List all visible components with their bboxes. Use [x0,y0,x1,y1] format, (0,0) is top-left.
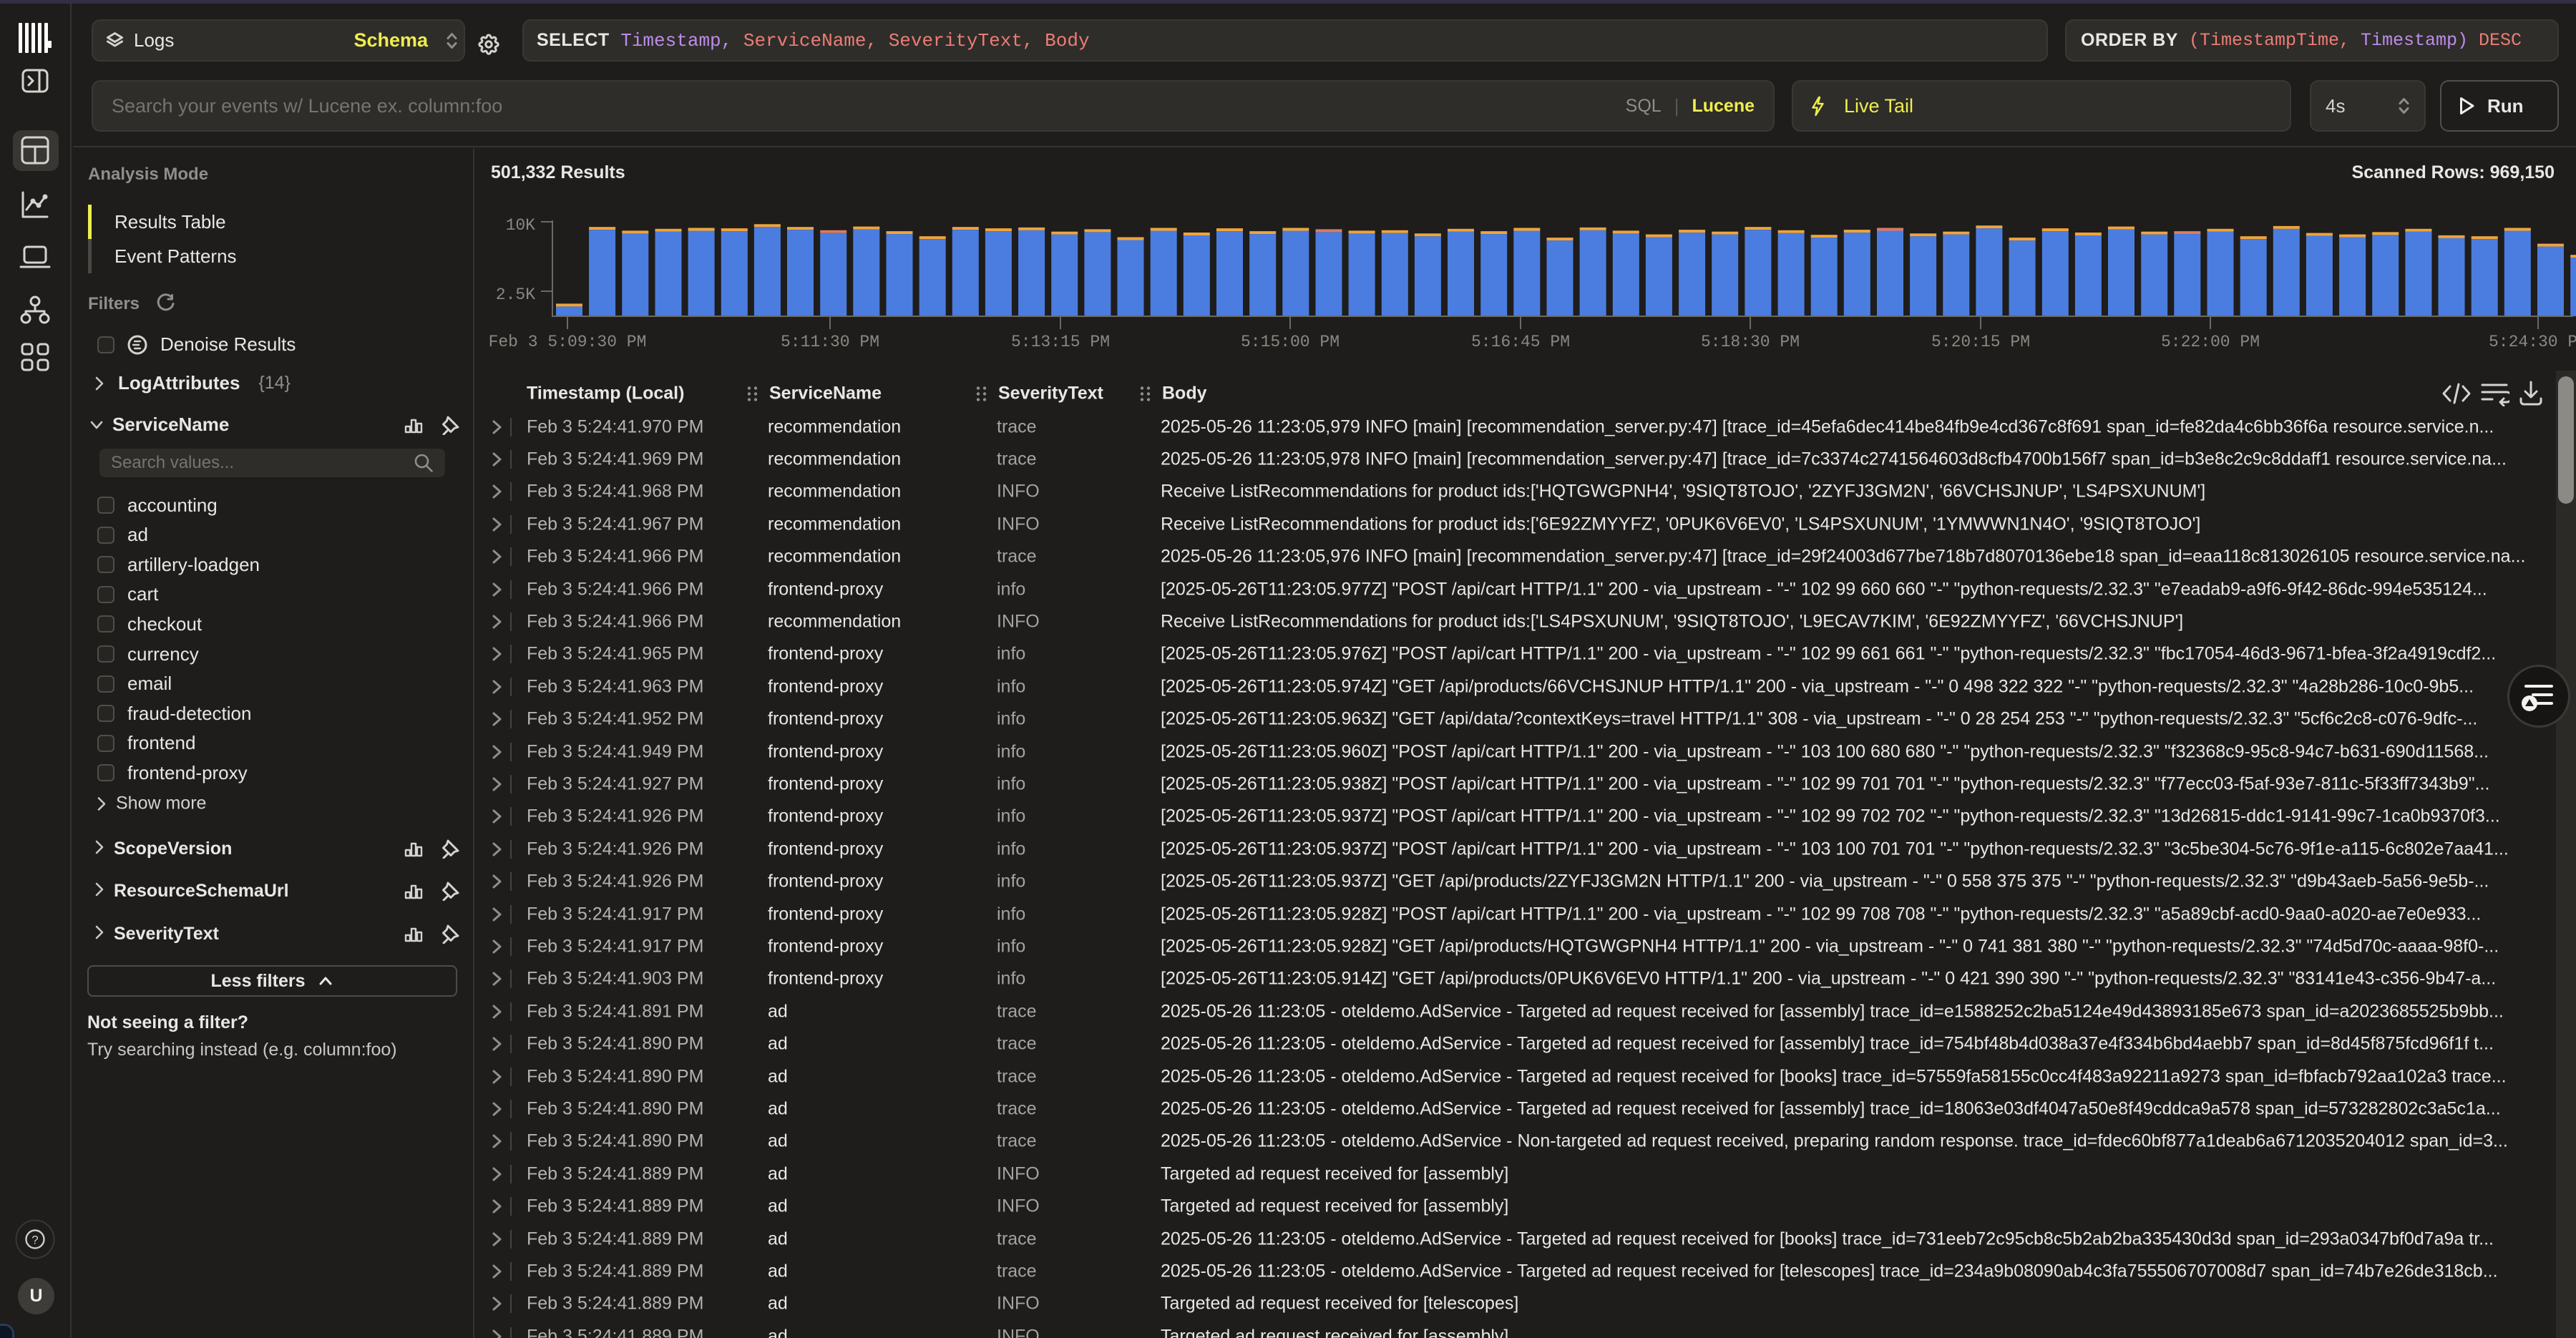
svg-text:5:11:30 PM: 5:11:30 PM [781,333,879,351]
svg-text:Feb 3 5:09:30 PM: Feb 3 5:09:30 PM [489,333,647,351]
svg-text:?: ? [31,1234,38,1247]
svg-text:5:24:30 PM: 5:24:30 PM [2489,333,2576,351]
svg-text:5:16:45 PM: 5:16:45 PM [1471,333,1570,351]
svg-text:5:22:00 PM: 5:22:00 PM [2161,333,2260,351]
svg-text:10K: 10K [506,216,536,235]
svg-text:2.5K: 2.5K [496,285,535,304]
svg-text:5:15:00 PM: 5:15:00 PM [1241,333,1340,351]
svg-text:5:13:15 PM: 5:13:15 PM [1011,333,1110,351]
svg-text:5:20:15 PM: 5:20:15 PM [1931,333,2030,351]
svg-text:5:18:30 PM: 5:18:30 PM [1701,333,1800,351]
